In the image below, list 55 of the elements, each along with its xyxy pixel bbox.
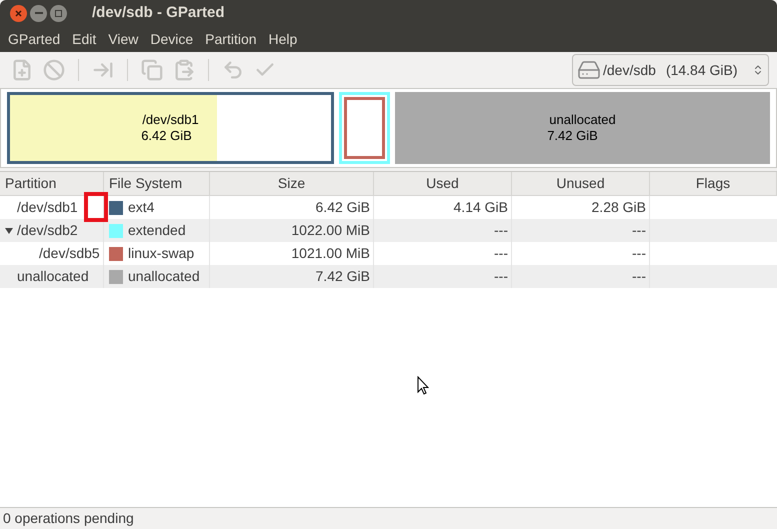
partition-name: /dev/sdb1 bbox=[17, 198, 78, 217]
mouse-pointer-icon bbox=[417, 376, 429, 395]
used-cell-text: 4.14 GiB bbox=[454, 198, 508, 217]
menu-item[interactable]: Device bbox=[144, 28, 200, 50]
column-header[interactable]: Unused bbox=[512, 172, 650, 195]
partition-size: 7.42 GiB bbox=[547, 128, 599, 144]
size-cell-text: 6.42 GiB bbox=[316, 198, 370, 217]
file-system: extended bbox=[128, 221, 186, 240]
status-text: 0 operations pending bbox=[3, 509, 134, 528]
menu-item[interactable]: GParted bbox=[2, 28, 66, 50]
menu-item[interactable]: Edit bbox=[66, 28, 102, 50]
window-title: /dev/sdb - GParted bbox=[92, 2, 225, 23]
partition-name: /dev/sdb2 bbox=[17, 221, 78, 240]
file-system: linux-swap bbox=[128, 244, 194, 263]
column-header[interactable]: Size bbox=[210, 172, 374, 195]
undo-icon bbox=[222, 59, 244, 81]
new-file-icon bbox=[11, 59, 33, 81]
unused-cell-text: --- bbox=[632, 221, 646, 240]
unused-cell-text: --- bbox=[632, 267, 646, 286]
expander-icon[interactable] bbox=[4, 226, 13, 234]
partition-name: unallocated bbox=[17, 267, 89, 286]
unused-cell-text: 2.28 GiB bbox=[592, 198, 646, 217]
partition-block[interactable]: /dev/sdb1 6.42 GiB bbox=[7, 92, 334, 164]
column-header[interactable]: Partition bbox=[0, 172, 104, 195]
size-cell-text: 1022.00 MiB bbox=[291, 221, 370, 240]
delete-icon bbox=[43, 59, 65, 81]
used-cell-text: --- bbox=[494, 244, 508, 263]
spinner-icon bbox=[752, 64, 764, 76]
menu-item[interactable]: Help bbox=[262, 28, 304, 50]
partition-name: /dev/sdb1 bbox=[142, 112, 199, 128]
table-row[interactable]: /dev/sdb2 extended 1022.00 MiB --- --- bbox=[0, 219, 777, 242]
partition-name: unallocated bbox=[549, 112, 616, 128]
minimize-icon[interactable] bbox=[30, 4, 47, 22]
copy-icon bbox=[141, 59, 163, 81]
column-header[interactable]: Flags bbox=[650, 172, 777, 195]
size-cell-text: 1021.00 MiB bbox=[291, 244, 370, 263]
unallocated-block[interactable]: unallocated 7.42 GiB bbox=[395, 92, 770, 164]
partition-size: 6.42 GiB bbox=[141, 128, 193, 144]
file-system: ext4 bbox=[128, 198, 154, 217]
unused-cell-text: --- bbox=[632, 244, 646, 263]
menu-item[interactable]: View bbox=[102, 28, 144, 50]
table-row[interactable]: unallocated unallocated 7.42 GiB --- --- bbox=[0, 265, 777, 288]
paste-icon bbox=[173, 59, 195, 81]
column-header[interactable]: Used bbox=[374, 172, 512, 195]
maximize-icon[interactable] bbox=[50, 4, 67, 22]
column-header[interactable]: File System bbox=[104, 172, 210, 195]
highlight-box bbox=[84, 192, 108, 222]
size-cell-text: 7.42 GiB bbox=[316, 267, 370, 286]
partition-name: /dev/sdb5 bbox=[39, 244, 100, 263]
used-cell-text: --- bbox=[494, 267, 508, 286]
device-selector[interactable]: /dev/sdb (14.84 GiB) bbox=[572, 54, 769, 86]
menu-item[interactable]: Partition bbox=[199, 28, 263, 50]
used-cell-text: --- bbox=[494, 221, 508, 240]
close-icon[interactable] bbox=[10, 4, 27, 22]
file-system: unallocated bbox=[128, 267, 200, 286]
